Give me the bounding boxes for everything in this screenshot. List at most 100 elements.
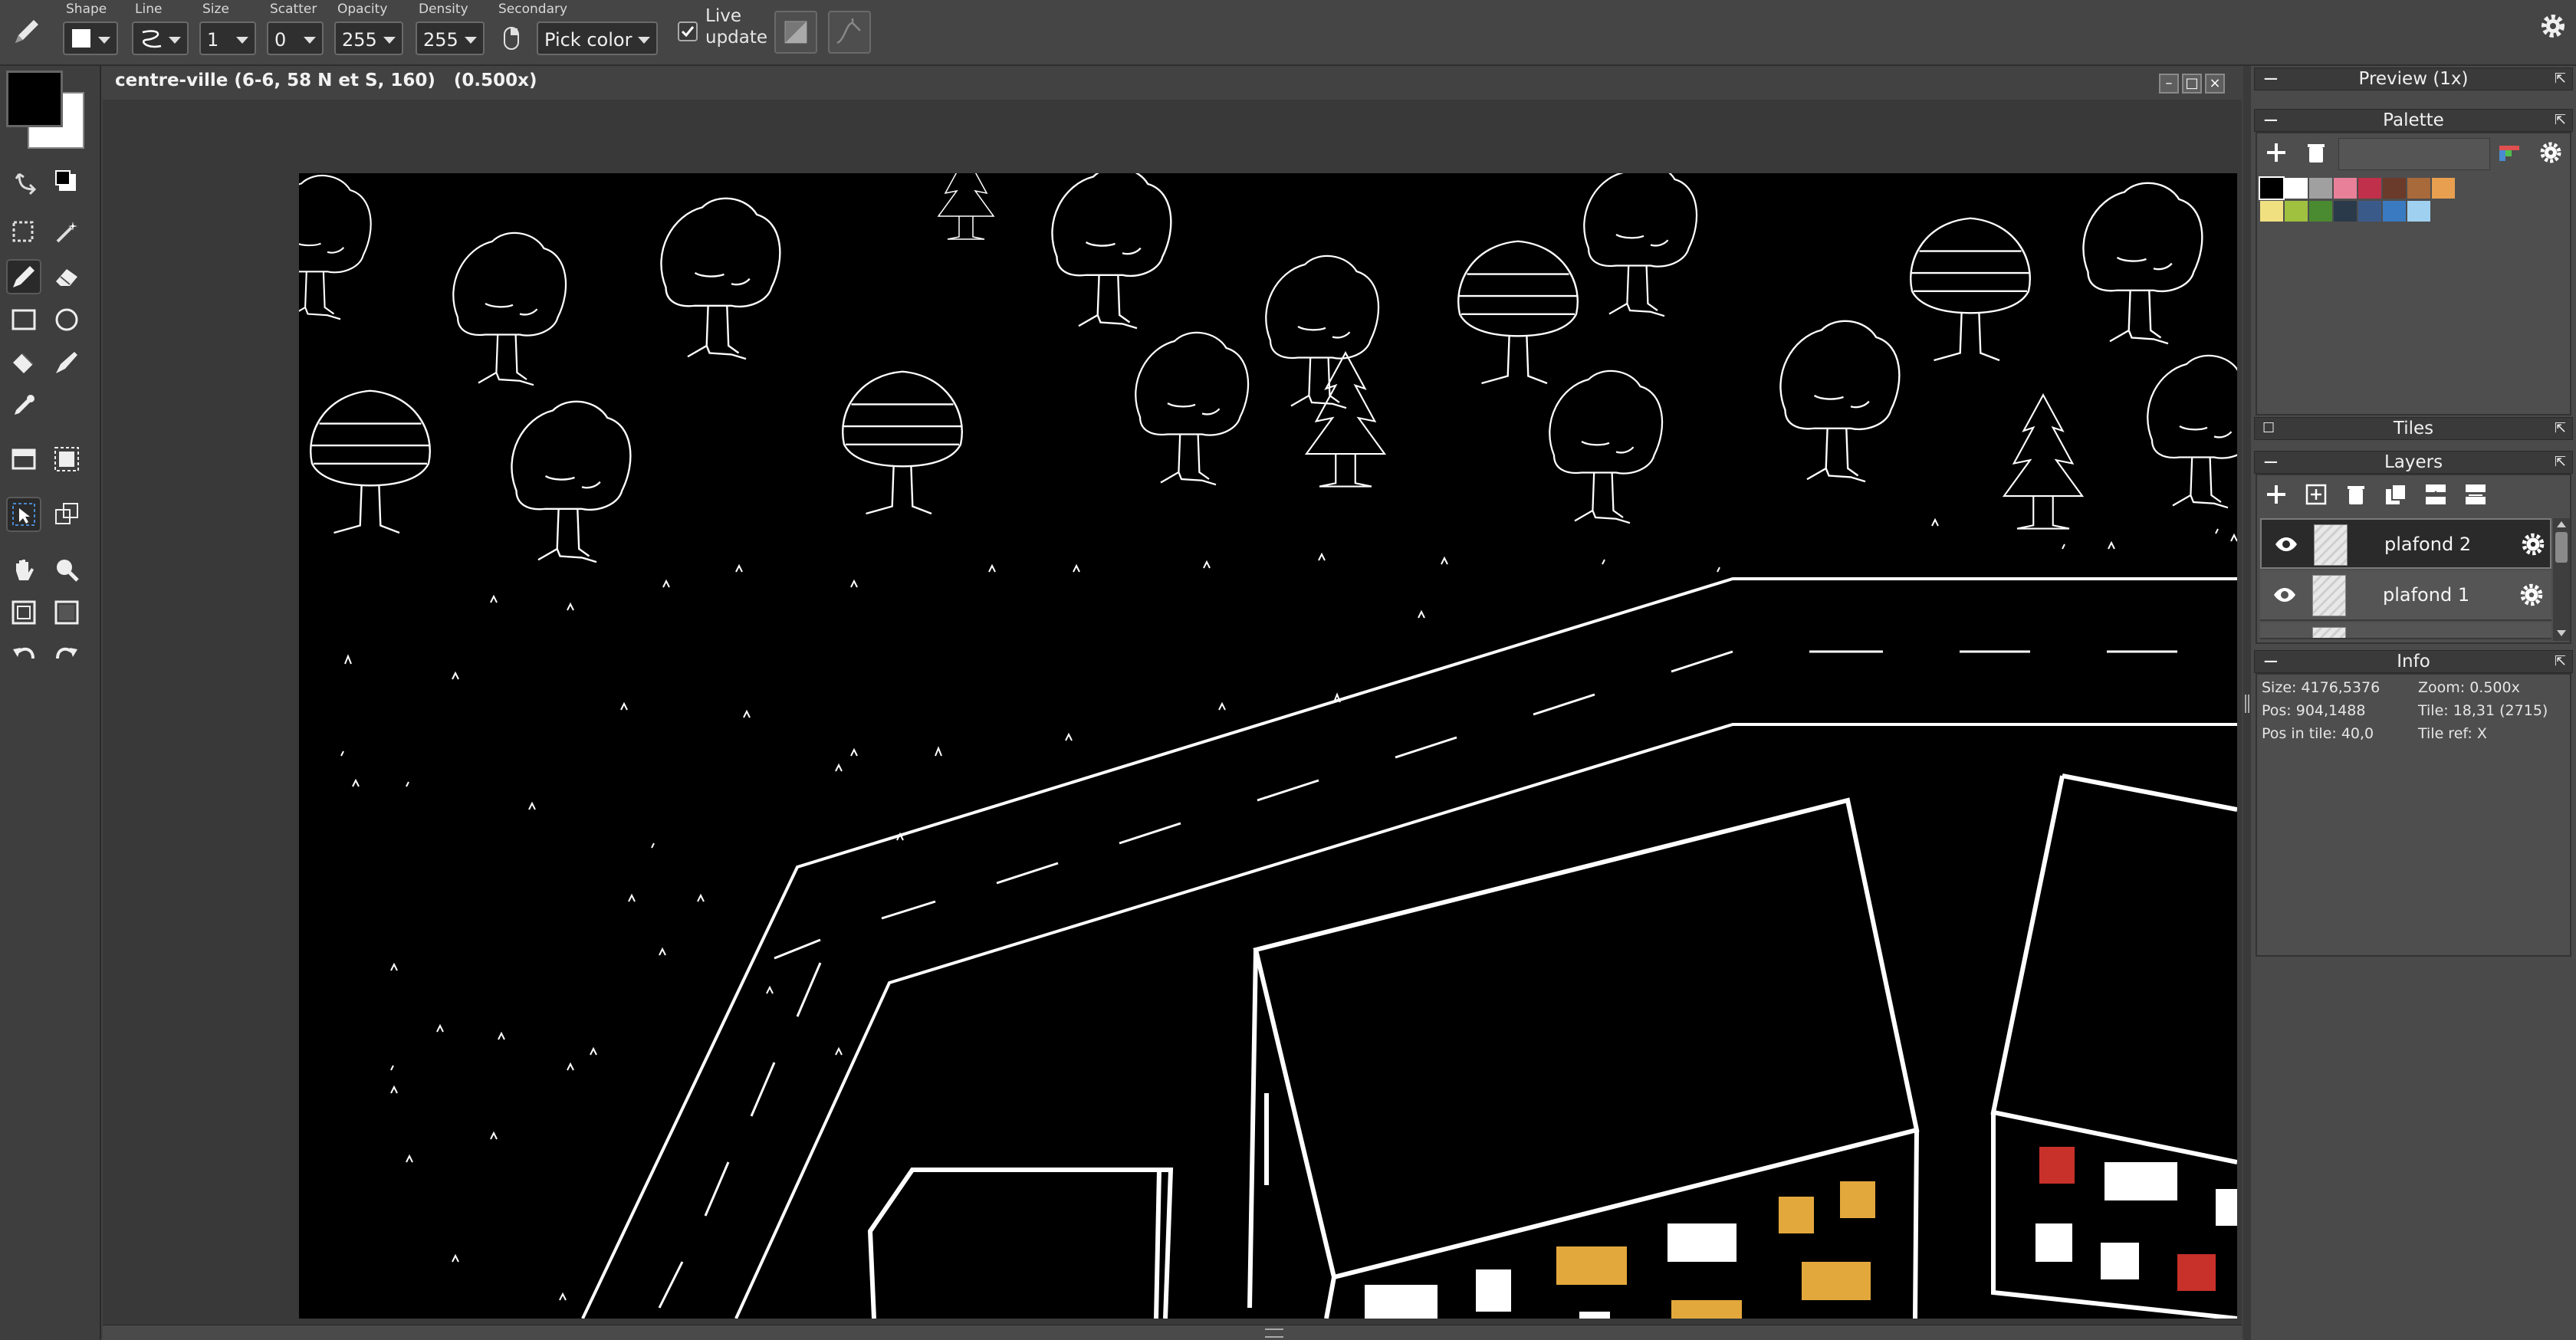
window-close-button[interactable]: × bbox=[2205, 74, 2225, 94]
layers-scrollbar[interactable] bbox=[2553, 518, 2570, 641]
eraser-tool[interactable] bbox=[49, 259, 84, 294]
palette-swatch[interactable] bbox=[2358, 178, 2381, 199]
gear-icon bbox=[2540, 142, 2561, 163]
collapse-icon[interactable]: − bbox=[2262, 651, 2279, 672]
palette-swatch[interactable] bbox=[2309, 178, 2332, 199]
redo-button[interactable] bbox=[49, 638, 84, 673]
palette-swatch[interactable] bbox=[2407, 178, 2430, 199]
density-label: Density bbox=[419, 2, 468, 17]
rect-select-tool[interactable] bbox=[6, 215, 41, 250]
pan-tool[interactable] bbox=[6, 552, 41, 587]
layer-row-partial[interactable] bbox=[2260, 622, 2551, 639]
color-picker-tool[interactable] bbox=[6, 388, 41, 423]
palette-panel-header[interactable]: − Palette ⇱ bbox=[2254, 109, 2573, 132]
fit-view-tool[interactable] bbox=[6, 595, 41, 630]
move-layer-tool[interactable] bbox=[49, 497, 84, 532]
horizontal-scrollbar[interactable] bbox=[103, 1325, 2242, 1339]
layer-row[interactable]: plafond 1 bbox=[2260, 570, 2551, 621]
merge-layer-button[interactable] bbox=[2420, 478, 2452, 511]
drawing-canvas[interactable] bbox=[299, 173, 2237, 1319]
preview-panel-header[interactable]: − Preview (1x) ⇱ bbox=[2254, 67, 2573, 90]
scatter-value: 0 bbox=[274, 29, 287, 51]
pin-icon[interactable]: ⇱ bbox=[2555, 68, 2566, 90]
pin-icon[interactable]: ⇱ bbox=[2555, 452, 2566, 473]
settings-gear-icon[interactable] bbox=[2538, 11, 2568, 44]
window-minimize-button[interactable]: – bbox=[2159, 74, 2179, 94]
palette-settings-button[interactable] bbox=[2535, 136, 2567, 169]
transform-tool[interactable] bbox=[49, 442, 84, 477]
rectangle-tool[interactable] bbox=[6, 302, 41, 337]
secondary-select[interactable]: Pick color bbox=[537, 21, 658, 55]
density-select[interactable]: 255 bbox=[416, 21, 485, 55]
layers-panel-header[interactable]: − Layers ⇱ bbox=[2254, 451, 2573, 474]
select-layer-tool[interactable] bbox=[6, 497, 41, 532]
pin-icon[interactable]: ⇱ bbox=[2555, 651, 2566, 672]
palette-swatch[interactable] bbox=[2407, 201, 2430, 222]
palette-swatch[interactable] bbox=[2260, 201, 2283, 222]
live-update-checkbox[interactable] bbox=[678, 21, 698, 41]
duplicate-layer-button[interactable] bbox=[2380, 478, 2412, 511]
move-layer-icon bbox=[55, 503, 78, 524]
palette-swatch[interactable] bbox=[2432, 178, 2455, 199]
scroll-up-icon[interactable] bbox=[2557, 521, 2566, 527]
undo-button[interactable] bbox=[6, 638, 41, 673]
preview-panel-title: Preview (1x) bbox=[2358, 69, 2469, 89]
scatter-select[interactable]: 0 bbox=[267, 21, 324, 55]
primary-color-swatch[interactable] bbox=[6, 71, 63, 127]
pressure-toggle-button[interactable] bbox=[828, 11, 871, 54]
size-select[interactable]: 1 bbox=[199, 21, 256, 55]
add-color-button[interactable] bbox=[2260, 136, 2292, 169]
opacity-select[interactable]: 255 bbox=[334, 21, 403, 55]
pin-icon[interactable]: ⇱ bbox=[2555, 418, 2566, 439]
fill-bucket-tool[interactable] bbox=[6, 345, 41, 380]
collapse-icon[interactable]: − bbox=[2262, 452, 2279, 473]
size-value: 1 bbox=[207, 29, 219, 51]
panel-splitter[interactable] bbox=[2243, 66, 2251, 1340]
swap-colors-tool[interactable] bbox=[9, 164, 44, 199]
zoom-tool[interactable] bbox=[49, 552, 84, 587]
palette-swatch[interactable] bbox=[2285, 201, 2308, 222]
pin-icon[interactable]: ⇱ bbox=[2555, 110, 2566, 131]
scatter-label: Scatter bbox=[270, 2, 317, 17]
pencil-icon bbox=[11, 14, 41, 51]
actual-size-tool[interactable] bbox=[49, 595, 84, 630]
collapse-icon[interactable]: − bbox=[2262, 68, 2279, 90]
add-layer-button[interactable] bbox=[2260, 478, 2292, 511]
palette-swatch[interactable] bbox=[2334, 178, 2357, 199]
magic-wand-tool[interactable] bbox=[49, 215, 84, 250]
palette-swatch[interactable] bbox=[2383, 201, 2406, 222]
collapse-icon[interactable]: − bbox=[2262, 110, 2279, 131]
tiles-panel-header[interactable]: ☐ Tiles ⇱ bbox=[2254, 417, 2573, 440]
scroll-down-icon[interactable] bbox=[2557, 630, 2566, 636]
info-panel-header[interactable]: − Info ⇱ bbox=[2254, 650, 2573, 673]
palette-name-field[interactable] bbox=[2338, 138, 2490, 170]
shading-toggle-button[interactable] bbox=[774, 11, 817, 54]
scrollbar-thumb[interactable] bbox=[2555, 532, 2568, 563]
palette-swatch[interactable] bbox=[2285, 178, 2308, 199]
ellipse-tool[interactable] bbox=[49, 302, 84, 337]
palette-swatch[interactable] bbox=[2358, 201, 2381, 222]
default-colors-tool[interactable] bbox=[49, 164, 84, 199]
add-group-button[interactable] bbox=[2300, 478, 2332, 511]
delete-color-button[interactable] bbox=[2300, 136, 2332, 169]
pencil-tool[interactable] bbox=[6, 259, 41, 294]
layer-row[interactable]: plafond 2 bbox=[2260, 518, 2551, 569]
palette-colors-button[interactable] bbox=[2493, 136, 2525, 169]
gear-icon[interactable] bbox=[2518, 581, 2545, 609]
eye-icon[interactable] bbox=[2274, 535, 2298, 553]
palette-swatch[interactable] bbox=[2383, 178, 2406, 199]
gear-icon[interactable] bbox=[2519, 530, 2547, 558]
palette-swatch[interactable] bbox=[2334, 201, 2357, 222]
gradient-tool[interactable] bbox=[6, 442, 41, 477]
shape-select[interactable] bbox=[63, 21, 118, 55]
eye-icon[interactable] bbox=[2272, 586, 2297, 604]
palette-swatch[interactable] bbox=[2309, 201, 2332, 222]
line-select[interactable] bbox=[132, 21, 189, 55]
brush-tool[interactable] bbox=[49, 345, 84, 380]
plus-icon bbox=[2267, 485, 2285, 504]
palette-swatch[interactable] bbox=[2259, 176, 2285, 200]
layer-properties-button[interactable] bbox=[2459, 478, 2492, 511]
window-maximize-button[interactable]: □ bbox=[2182, 74, 2202, 94]
expand-icon[interactable]: ☐ bbox=[2262, 418, 2275, 439]
delete-layer-button[interactable] bbox=[2340, 478, 2372, 511]
